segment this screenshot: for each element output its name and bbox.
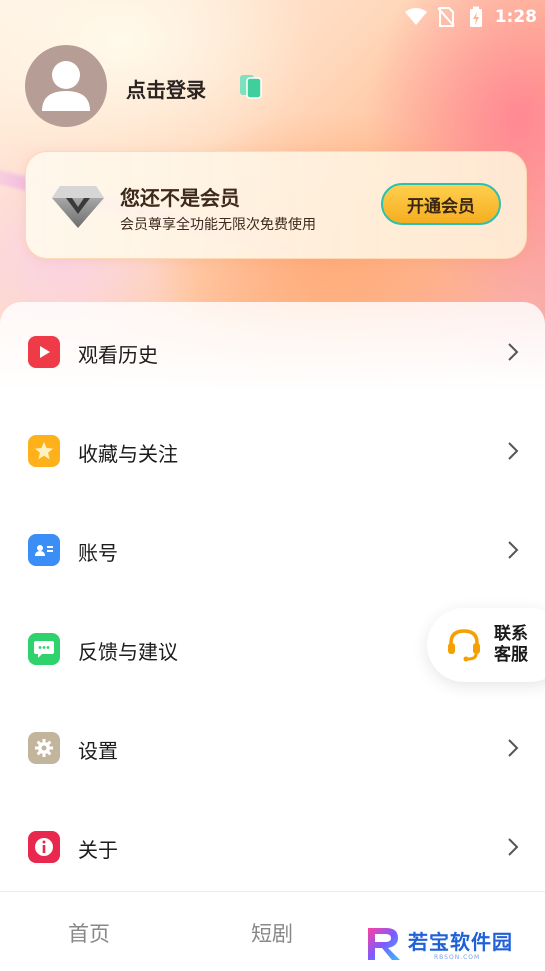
avatar[interactable] bbox=[25, 45, 107, 127]
menu-item-settings[interactable]: 设置 bbox=[0, 713, 545, 783]
no-sim-icon bbox=[435, 6, 457, 28]
service-label-line2: 客服 bbox=[494, 645, 528, 665]
id-card-icon bbox=[28, 534, 60, 566]
battery-charging-icon bbox=[465, 6, 487, 28]
customer-service-label: 联系 客服 bbox=[494, 624, 534, 666]
chevron-right-icon bbox=[508, 838, 519, 856]
vip-title: 您还不是会员 bbox=[120, 186, 240, 210]
menu-item-label: 收藏与关注 bbox=[78, 442, 178, 466]
watermark: 若宝软件园 RBSON.COM bbox=[364, 920, 534, 966]
diamond-v-icon bbox=[50, 180, 106, 230]
menu-item-favorites[interactable]: 收藏与关注 bbox=[0, 416, 545, 486]
menu-item-label: 设置 bbox=[78, 739, 118, 763]
menu-item-about[interactable]: 关于 bbox=[0, 812, 545, 882]
open-vip-button[interactable]: 开通会员 bbox=[381, 183, 501, 225]
menu-item-label: 账号 bbox=[78, 541, 118, 565]
menu-item-label: 观看历史 bbox=[78, 343, 158, 367]
chevron-right-icon bbox=[508, 442, 519, 460]
gear-icon bbox=[28, 732, 60, 764]
star-icon bbox=[28, 435, 60, 467]
vip-card: 您还不是会员 会员尊享全功能无限次免费使用 开通会员 bbox=[25, 151, 527, 259]
watermark-subtext: RBSON.COM bbox=[434, 954, 481, 961]
tab-short-drama[interactable]: 短剧 bbox=[251, 918, 293, 948]
chevron-right-icon bbox=[508, 739, 519, 757]
wifi-icon bbox=[404, 6, 427, 28]
chat-bubble-icon bbox=[28, 633, 60, 665]
avatar-placeholder-icon bbox=[42, 61, 90, 111]
chevron-right-icon bbox=[508, 541, 519, 559]
info-icon bbox=[28, 831, 60, 863]
headset-icon bbox=[445, 626, 483, 664]
watermark-text: 若宝软件园 bbox=[408, 930, 513, 954]
menu-item-watch-history[interactable]: 观看历史 bbox=[0, 317, 545, 387]
watermark-logo-icon bbox=[368, 928, 400, 960]
vip-subtitle: 会员尊享全功能无限次免费使用 bbox=[120, 217, 316, 233]
copy-icon[interactable] bbox=[238, 72, 266, 100]
menu-item-label: 关于 bbox=[78, 838, 118, 862]
chevron-right-icon bbox=[508, 343, 519, 361]
tab-home[interactable]: 首页 bbox=[68, 918, 110, 948]
status-time: 1:28 bbox=[494, 7, 537, 27]
menu-item-account[interactable]: 账号 bbox=[0, 515, 545, 585]
menu-panel: 观看历史 收藏与关注 账号 反馈与建议 设置 关于 bbox=[0, 302, 545, 892]
play-icon bbox=[28, 336, 60, 368]
login-prompt[interactable]: 点击登录 bbox=[126, 74, 206, 103]
customer-service-button[interactable]: 联系 客服 bbox=[427, 608, 545, 682]
status-bar: 1:28 bbox=[404, 4, 537, 30]
menu-item-label: 反馈与建议 bbox=[78, 640, 178, 664]
service-label-line1: 联系 bbox=[494, 624, 528, 644]
